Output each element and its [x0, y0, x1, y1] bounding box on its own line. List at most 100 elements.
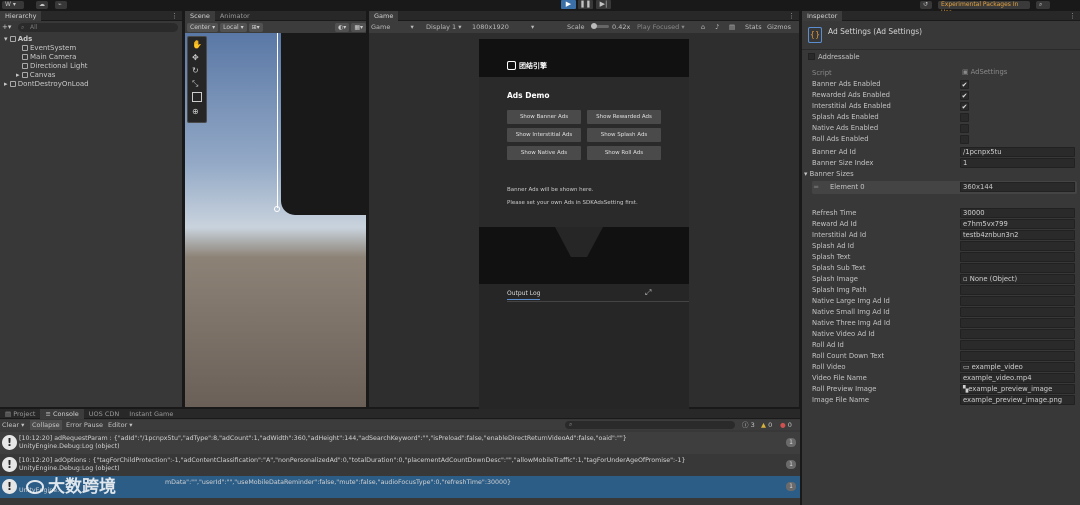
splash-ad-id-input[interactable] — [960, 241, 1075, 251]
pivot-dropdown[interactable]: Center ▾ — [187, 22, 219, 32]
roll-video-object-field[interactable]: ▭ example_video — [960, 362, 1075, 372]
history-icon[interactable]: ↺ — [920, 1, 932, 9]
interstitial-ads-enabled-checkbox[interactable]: ✔ — [960, 102, 969, 111]
show-native-ads-button[interactable]: Show Native Ads — [507, 146, 581, 160]
roll-ad-id-input[interactable] — [960, 340, 1075, 350]
play-button[interactable]: ▶ — [561, 0, 576, 9]
frame-debugger-icon[interactable]: ▤ — [729, 21, 735, 33]
transform-tool-icon[interactable]: ⊕ — [192, 107, 202, 117]
resolution-dropdown[interactable]: 1080x1920 ▾ — [472, 21, 534, 33]
move-tool-icon[interactable]: ✥ — [192, 53, 202, 63]
hierarchy-item-eventsystem[interactable]: EventSystem — [22, 44, 76, 53]
draw-mode-icon[interactable]: ▦▾ — [351, 22, 366, 32]
tab-hierarchy[interactable]: Hierarchy — [0, 10, 42, 21]
game-screen[interactable]: 团结引擎 Ads Demo Show Banner Ads Show Rewar… — [479, 39, 689, 409]
native-small-img-ad-id-input[interactable] — [960, 307, 1075, 317]
step-button[interactable]: ▶| — [596, 0, 611, 9]
show-banner-ads-button[interactable]: Show Banner Ads — [507, 110, 581, 124]
element-0-input[interactable]: 360x144 — [960, 182, 1075, 192]
log-entry[interactable]: ! [10:12:20] adRequestParam : {"adId":"/… — [0, 432, 800, 454]
tab-scene[interactable]: Scene — [185, 10, 215, 21]
banner-ad-id-input[interactable]: /1pcnpx5tu — [960, 147, 1075, 157]
kebab-menu-icon[interactable]: ⋮ — [788, 12, 799, 20]
hierarchy-item-canvas[interactable]: ▸ Canvas — [16, 71, 55, 80]
image-file-name-input[interactable]: example_preview_image.png — [960, 395, 1075, 405]
play-focused-dropdown[interactable]: Play Focused ▾ — [637, 21, 685, 33]
grid-snap-icon[interactable]: ⊞▾ — [248, 22, 263, 32]
drag-handle-icon[interactable]: ═ — [814, 183, 818, 191]
gamepad-icon[interactable]: ⌂ — [701, 21, 705, 33]
stats-button[interactable]: Stats — [745, 21, 762, 33]
splash-image-object-field[interactable]: ▫ None (Object) — [960, 274, 1075, 284]
tab-animator[interactable]: Animator — [215, 11, 255, 21]
error-pause-toggle[interactable]: Error Pause — [66, 420, 103, 430]
gizmos-button[interactable]: Gizmos — [767, 21, 791, 33]
clear-button[interactable]: Clear ▾ — [2, 420, 24, 430]
roll-ads-enabled-checkbox[interactable] — [960, 135, 969, 144]
rect-tool-icon[interactable] — [192, 92, 202, 102]
rewarded-ads-enabled-checkbox[interactable]: ✔ — [960, 91, 969, 100]
native-video-ad-id-input[interactable] — [960, 329, 1075, 339]
hierarchy-search-input[interactable]: ⌕ All — [18, 23, 178, 32]
experimental-packages-dropdown[interactable]: Experimental Packages In Use ▾ — [938, 1, 1030, 16]
scene-dontdestroyonload[interactable]: ▸ DontDestroyOnLoad — [4, 80, 89, 89]
info-count-toggle[interactable]: ⓘ 3 — [742, 420, 755, 430]
warning-count-toggle[interactable]: ▲ 0 — [761, 420, 772, 430]
interstitial-ad-id-input[interactable]: testb4znbun3n2 — [960, 230, 1075, 240]
game-mode-dropdown[interactable]: Game ▾ — [371, 21, 414, 33]
native-large-img-ad-id-input[interactable] — [960, 296, 1075, 306]
editor-dropdown[interactable]: Editor ▾ — [108, 420, 133, 430]
log-entry[interactable]: ! [10:12:20] adOptions : {"tagForChildPr… — [0, 454, 800, 476]
console-search-input[interactable]: ⌕ — [565, 421, 735, 429]
account-dropdown[interactable]: W ▾ — [2, 1, 24, 9]
refresh-time-input[interactable]: 30000 — [960, 208, 1075, 218]
show-splash-ads-button[interactable]: Show Splash Ads — [587, 128, 661, 142]
tab-uos-cdn[interactable]: UOS CDN — [84, 409, 124, 419]
banner-ads-enabled-checkbox[interactable]: ✔ — [960, 80, 969, 89]
expand-icon[interactable]: ⤢ — [645, 288, 651, 298]
hand-tool-icon[interactable]: ✋ — [192, 40, 202, 50]
show-interstitial-ads-button[interactable]: Show Interstitial Ads — [507, 128, 581, 142]
splash-text-input[interactable] — [960, 252, 1075, 262]
splash-sub-text-input[interactable] — [960, 263, 1075, 273]
hierarchy-item-directional-light[interactable]: Directional Light — [22, 62, 88, 71]
search-icon[interactable]: ⌕ — [1036, 1, 1050, 9]
tab-console[interactable]: ≡ Console — [40, 408, 84, 419]
pause-button[interactable]: ❚❚ — [578, 0, 593, 9]
native-ads-enabled-checkbox[interactable] — [960, 124, 969, 133]
splash-ads-enabled-checkbox[interactable] — [960, 113, 969, 122]
show-roll-ads-button[interactable]: Show Roll Ads — [587, 146, 661, 160]
reward-ad-id-input[interactable]: e7hm5vx799 — [960, 219, 1075, 229]
gizmo-handle[interactable] — [274, 206, 280, 212]
roll-preview-image-object-field[interactable]: ▚example_preview_image — [960, 384, 1075, 394]
splash-img-path-input[interactable] — [960, 285, 1075, 295]
video-file-name-input[interactable]: example_video.mp4 — [960, 373, 1075, 383]
banner-sizes-foldout[interactable]: ▾ Banner Sizes — [804, 169, 1069, 180]
scene-viewport[interactable] — [185, 33, 366, 407]
tab-instant-game[interactable]: Instant Game — [124, 409, 178, 419]
cloud-icon[interactable]: ☁ — [36, 1, 48, 9]
display-dropdown[interactable]: Display 1 ▾ — [426, 21, 462, 33]
kebab-menu-icon[interactable]: ⋮ — [171, 12, 182, 20]
addressable-checkbox[interactable] — [808, 53, 815, 60]
error-count-toggle[interactable]: ● 0 — [780, 420, 792, 430]
space-dropdown[interactable]: Local ▾ — [220, 22, 247, 32]
view-options-icon[interactable]: ◐▾ — [335, 22, 350, 32]
tab-inspector[interactable]: Inspector — [802, 10, 843, 21]
show-rewarded-ads-button[interactable]: Show Rewarded Ads — [587, 110, 661, 124]
lock-icon[interactable]: ⋮ — [1069, 12, 1080, 20]
add-icon[interactable]: +▾ — [2, 23, 14, 32]
scale-tool-icon[interactable]: ⤡ — [192, 79, 202, 89]
banner-size-index-input[interactable]: 1 — [960, 158, 1075, 168]
hierarchy-item-main-camera[interactable]: Main Camera — [22, 53, 76, 62]
rotate-tool-icon[interactable]: ↻ — [192, 66, 202, 76]
collapse-toggle[interactable]: Collapse — [30, 420, 62, 430]
scene-root[interactable]: ▾ Ads — [4, 35, 32, 44]
scale-slider-thumb[interactable] — [591, 23, 597, 29]
native-three-img-ad-id-input[interactable] — [960, 318, 1075, 328]
mute-icon[interactable]: ♪ — [715, 21, 719, 33]
tab-output-log[interactable]: Output Log — [507, 290, 541, 300]
roll-count-down-text-input[interactable] — [960, 351, 1075, 361]
tab-game[interactable]: Game — [369, 10, 399, 21]
scale-slider[interactable] — [591, 23, 609, 29]
